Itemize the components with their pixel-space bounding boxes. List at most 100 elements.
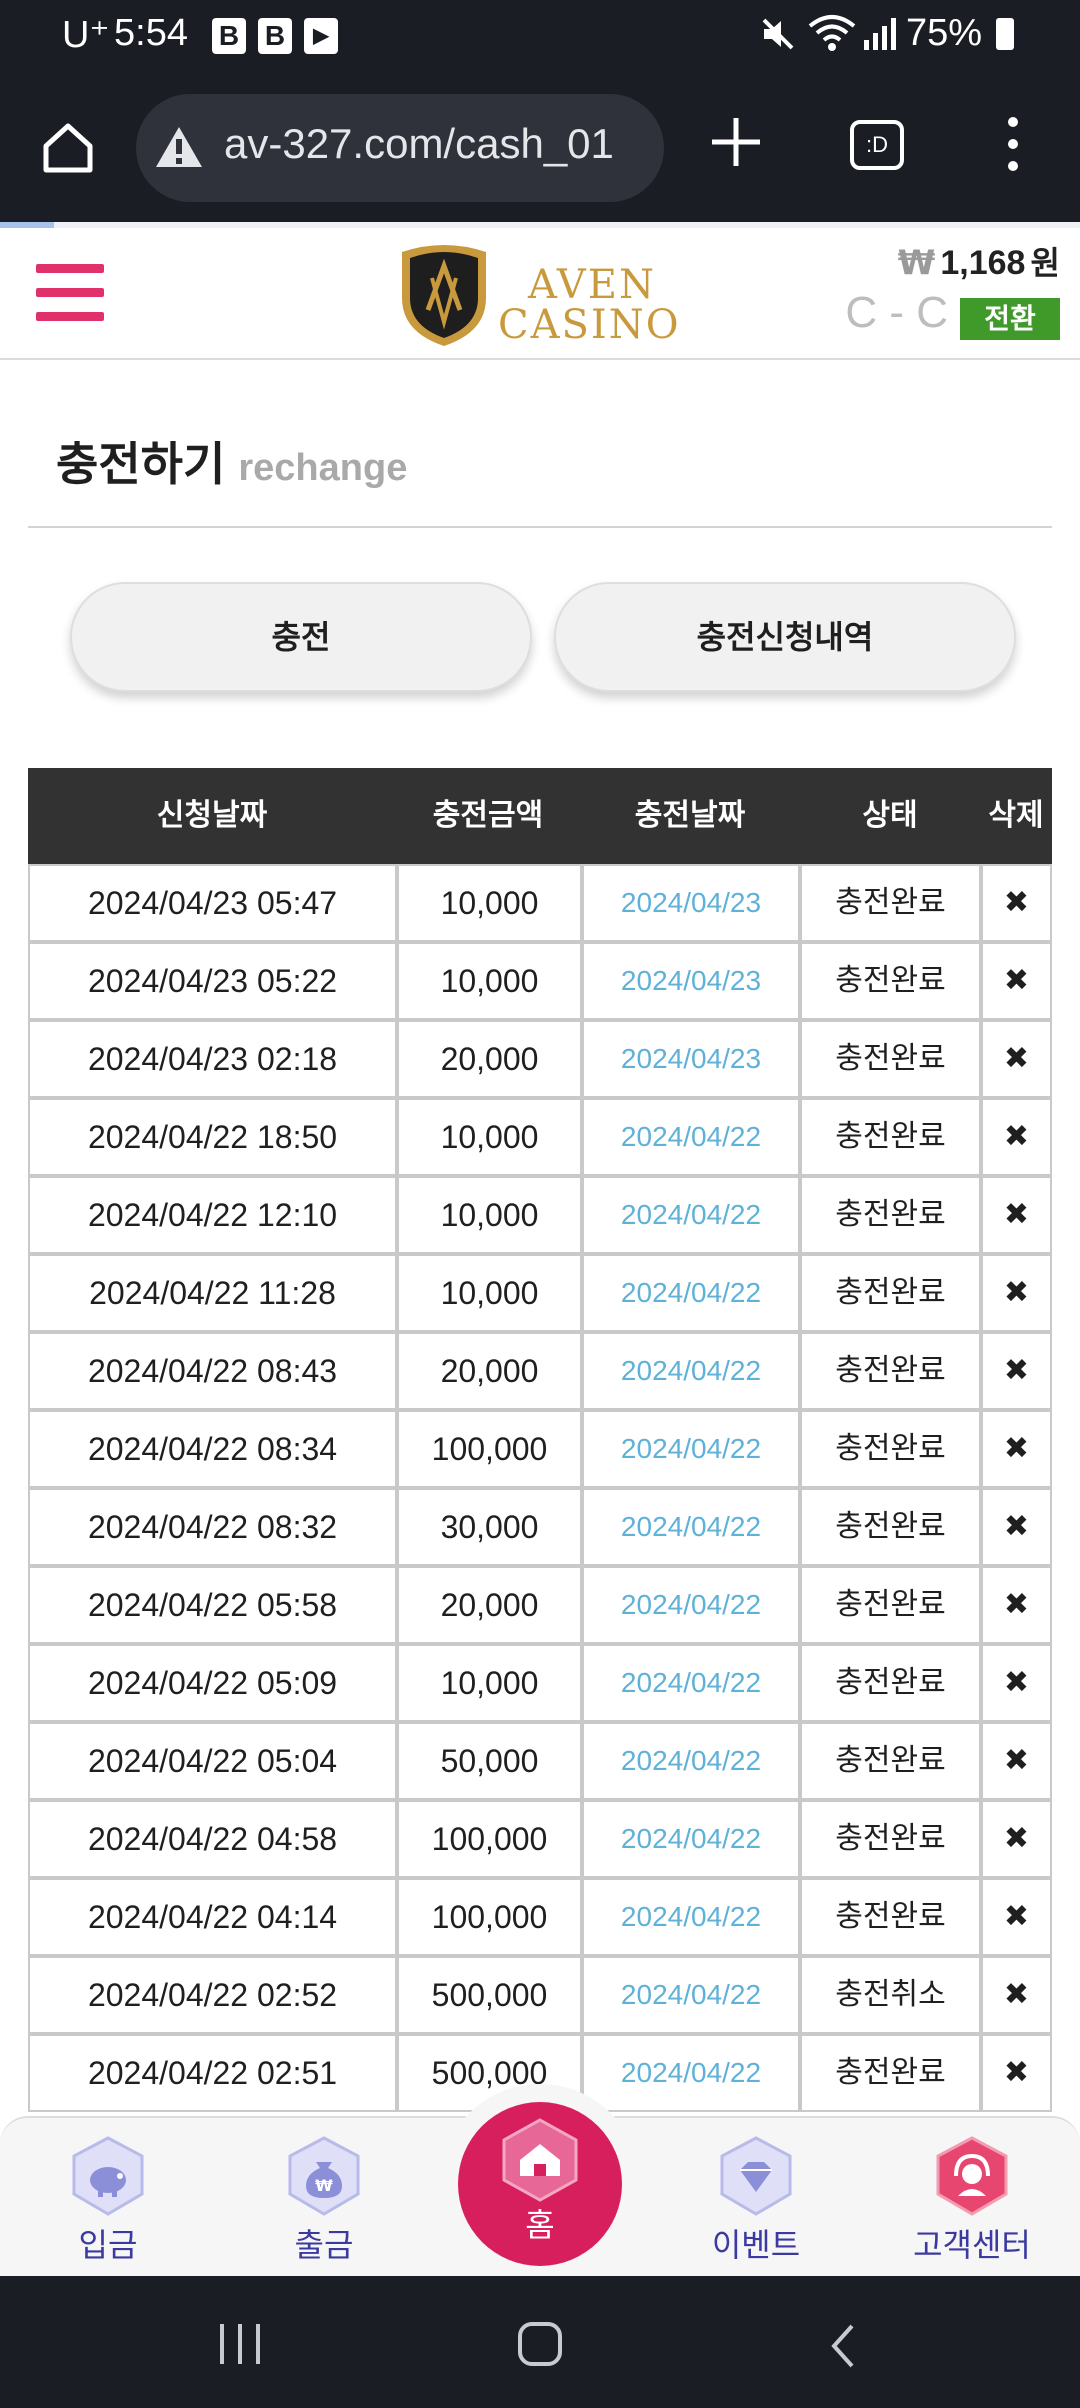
cell-status: 충전완료 xyxy=(800,1410,981,1488)
bottom-navigation: 입금 ₩ 출금 홈 이벤트 고객센터 xyxy=(0,2084,1080,2284)
status-bar: U⁺ 5:54 B B ▶ 75% xyxy=(0,0,1080,72)
charge-history-button[interactable]: 충전신청내역 xyxy=(554,582,1016,692)
more-vertical-icon[interactable] xyxy=(998,114,1028,174)
cell-status: 충전완료 xyxy=(800,942,981,1020)
cell-charge-date: 2024/04/22 xyxy=(582,1956,800,2034)
tab-switcher-button[interactable]: :D xyxy=(850,120,904,170)
cell-amount: 100,000 xyxy=(397,1800,582,1878)
delete-icon[interactable]: ✖ xyxy=(981,1332,1052,1410)
delete-icon[interactable]: ✖ xyxy=(981,1800,1052,1878)
nav-support-label: 고객센터 xyxy=(913,2226,1031,2264)
cell-status: 충전완료 xyxy=(800,1800,981,1878)
cell-request-date: 2024/04/23 02:18 xyxy=(28,1020,397,1098)
delete-icon[interactable]: ✖ xyxy=(981,1176,1052,1254)
charge-button[interactable]: 충전 xyxy=(70,582,532,692)
convert-button[interactable]: 전환 xyxy=(960,298,1060,340)
svg-text:₩: ₩ xyxy=(315,2176,333,2195)
nav-support[interactable]: 고객센터 xyxy=(902,2128,1042,2268)
delete-icon[interactable]: ✖ xyxy=(981,1098,1052,1176)
system-home-icon[interactable] xyxy=(516,2320,564,2368)
table-row: 2024/04/23 05:22 10,000 2024/04/23 충전완료 ✖ xyxy=(28,942,1052,1020)
cell-amount: 100,000 xyxy=(397,1410,582,1488)
delete-icon[interactable]: ✖ xyxy=(981,1488,1052,1566)
url-text: av-327.com/cash_01 xyxy=(224,120,614,167)
cell-charge-date: 2024/04/23 xyxy=(582,942,800,1020)
delete-icon[interactable]: ✖ xyxy=(981,1722,1052,1800)
cell-status: 충전완료 xyxy=(800,1098,981,1176)
points-display: C - C xyxy=(845,288,948,337)
cell-request-date: 2024/04/22 02:51 xyxy=(28,2034,397,2112)
cell-request-date: 2024/04/22 18:50 xyxy=(28,1098,397,1176)
cell-charge-date: 2024/04/22 xyxy=(582,1410,800,1488)
mute-icon xyxy=(762,18,794,50)
nav-event[interactable]: 이벤트 xyxy=(686,2128,826,2268)
delete-icon[interactable]: ✖ xyxy=(981,1878,1052,1956)
cell-charge-date: 2024/04/22 xyxy=(582,1176,800,1254)
app-notification-icon: B xyxy=(258,18,292,54)
table-row: 2024/04/23 05:47 10,000 2024/04/23 충전완료 ✖ xyxy=(28,864,1052,942)
cell-request-date: 2024/04/22 05:09 xyxy=(28,1644,397,1722)
nav-deposit[interactable]: 입금 xyxy=(38,2128,178,2268)
delete-icon[interactable]: ✖ xyxy=(981,1410,1052,1488)
page-title-korean: 충전하기 xyxy=(56,437,226,491)
cell-amount: 10,000 xyxy=(397,942,582,1020)
column-header-delete: 삭제 xyxy=(988,798,1044,833)
delete-icon[interactable]: ✖ xyxy=(981,1956,1052,2034)
cell-request-date: 2024/04/22 08:34 xyxy=(28,1410,397,1488)
hamburger-menu-icon[interactable] xyxy=(36,264,104,322)
browser-toolbar: av-327.com/cash_01 :D xyxy=(0,72,1080,222)
table-row: 2024/04/22 05:58 20,000 2024/04/22 충전완료 ✖ xyxy=(28,1566,1052,1644)
home-icon[interactable] xyxy=(38,118,98,178)
delete-icon[interactable]: ✖ xyxy=(981,1020,1052,1098)
site-logo[interactable]: AVEN CASINO xyxy=(396,240,696,350)
page-subtitle: rechange xyxy=(238,447,408,489)
table-row: 2024/04/22 18:50 10,000 2024/04/22 충전완료 ✖ xyxy=(28,1098,1052,1176)
cell-amount: 10,000 xyxy=(397,1098,582,1176)
cell-request-date: 2024/04/22 05:58 xyxy=(28,1566,397,1644)
cell-status: 충전완료 xyxy=(800,1176,981,1254)
delete-icon[interactable]: ✖ xyxy=(981,1566,1052,1644)
delete-icon[interactable]: ✖ xyxy=(981,1254,1052,1332)
nav-home-label: 홈 xyxy=(525,2206,555,2244)
plus-icon[interactable] xyxy=(706,112,766,172)
delete-icon[interactable]: ✖ xyxy=(981,864,1052,942)
cell-charge-date: 2024/04/22 xyxy=(582,1800,800,1878)
cell-amount: 500,000 xyxy=(397,1956,582,2034)
headset-icon xyxy=(936,2136,1008,2216)
cell-request-date: 2024/04/23 05:47 xyxy=(28,864,397,942)
house-icon xyxy=(502,2118,578,2202)
table-row: 2024/04/22 11:28 10,000 2024/04/22 충전완료 ✖ xyxy=(28,1254,1052,1332)
cell-request-date: 2024/04/22 11:28 xyxy=(28,1254,397,1332)
piggy-bank-icon xyxy=(72,2136,144,2216)
battery-icon xyxy=(996,18,1014,50)
table-row: 2024/04/22 08:43 20,000 2024/04/22 충전완료 ✖ xyxy=(28,1332,1052,1410)
delete-icon[interactable]: ✖ xyxy=(981,2034,1052,2112)
cell-status: 충전완료 xyxy=(800,1722,981,1800)
table-row: 2024/04/22 04:58 100,000 2024/04/22 충전완료 ✖ xyxy=(28,1800,1052,1878)
table-row: 2024/04/22 02:52 500,000 2024/04/22 충전취소 ✖ xyxy=(28,1956,1052,2034)
app-notification-icon: B xyxy=(212,18,246,54)
column-header-status: 상태 xyxy=(862,798,918,833)
cell-request-date: 2024/04/22 12:10 xyxy=(28,1176,397,1254)
cell-charge-date: 2024/04/22 xyxy=(582,1722,800,1800)
back-icon[interactable] xyxy=(826,2322,860,2370)
address-bar[interactable]: av-327.com/cash_01 xyxy=(136,94,664,202)
delete-icon[interactable]: ✖ xyxy=(981,942,1052,1020)
delete-icon[interactable]: ✖ xyxy=(981,1644,1052,1722)
app-notification-icon: ▶ xyxy=(304,18,338,54)
table-row: 2024/04/22 08:32 30,000 2024/04/22 충전완료 ✖ xyxy=(28,1488,1052,1566)
cell-status: 충전완료 xyxy=(800,1644,981,1722)
clock: 5:54 xyxy=(114,12,188,54)
cell-charge-date: 2024/04/22 xyxy=(582,2034,800,2112)
cell-amount: 30,000 xyxy=(397,1488,582,1566)
cell-request-date: 2024/04/22 04:14 xyxy=(28,1878,397,1956)
screen: U⁺ 5:54 B B ▶ 75% av-327.com/cash_01:D … xyxy=(0,0,1080,2408)
nav-withdraw[interactable]: ₩ 출금 xyxy=(254,2128,394,2268)
table-row: 2024/04/23 02:18 20,000 2024/04/23 충전완료 ✖ xyxy=(28,1020,1052,1098)
cell-status: 충전완료 xyxy=(800,1878,981,1956)
cell-request-date: 2024/04/22 08:43 xyxy=(28,1332,397,1410)
recent-apps-icon[interactable] xyxy=(216,2322,264,2366)
nav-home[interactable]: 홈 xyxy=(458,2102,622,2266)
cell-amount: 100,000 xyxy=(397,1878,582,1956)
cell-charge-date: 2024/04/23 xyxy=(582,1020,800,1098)
